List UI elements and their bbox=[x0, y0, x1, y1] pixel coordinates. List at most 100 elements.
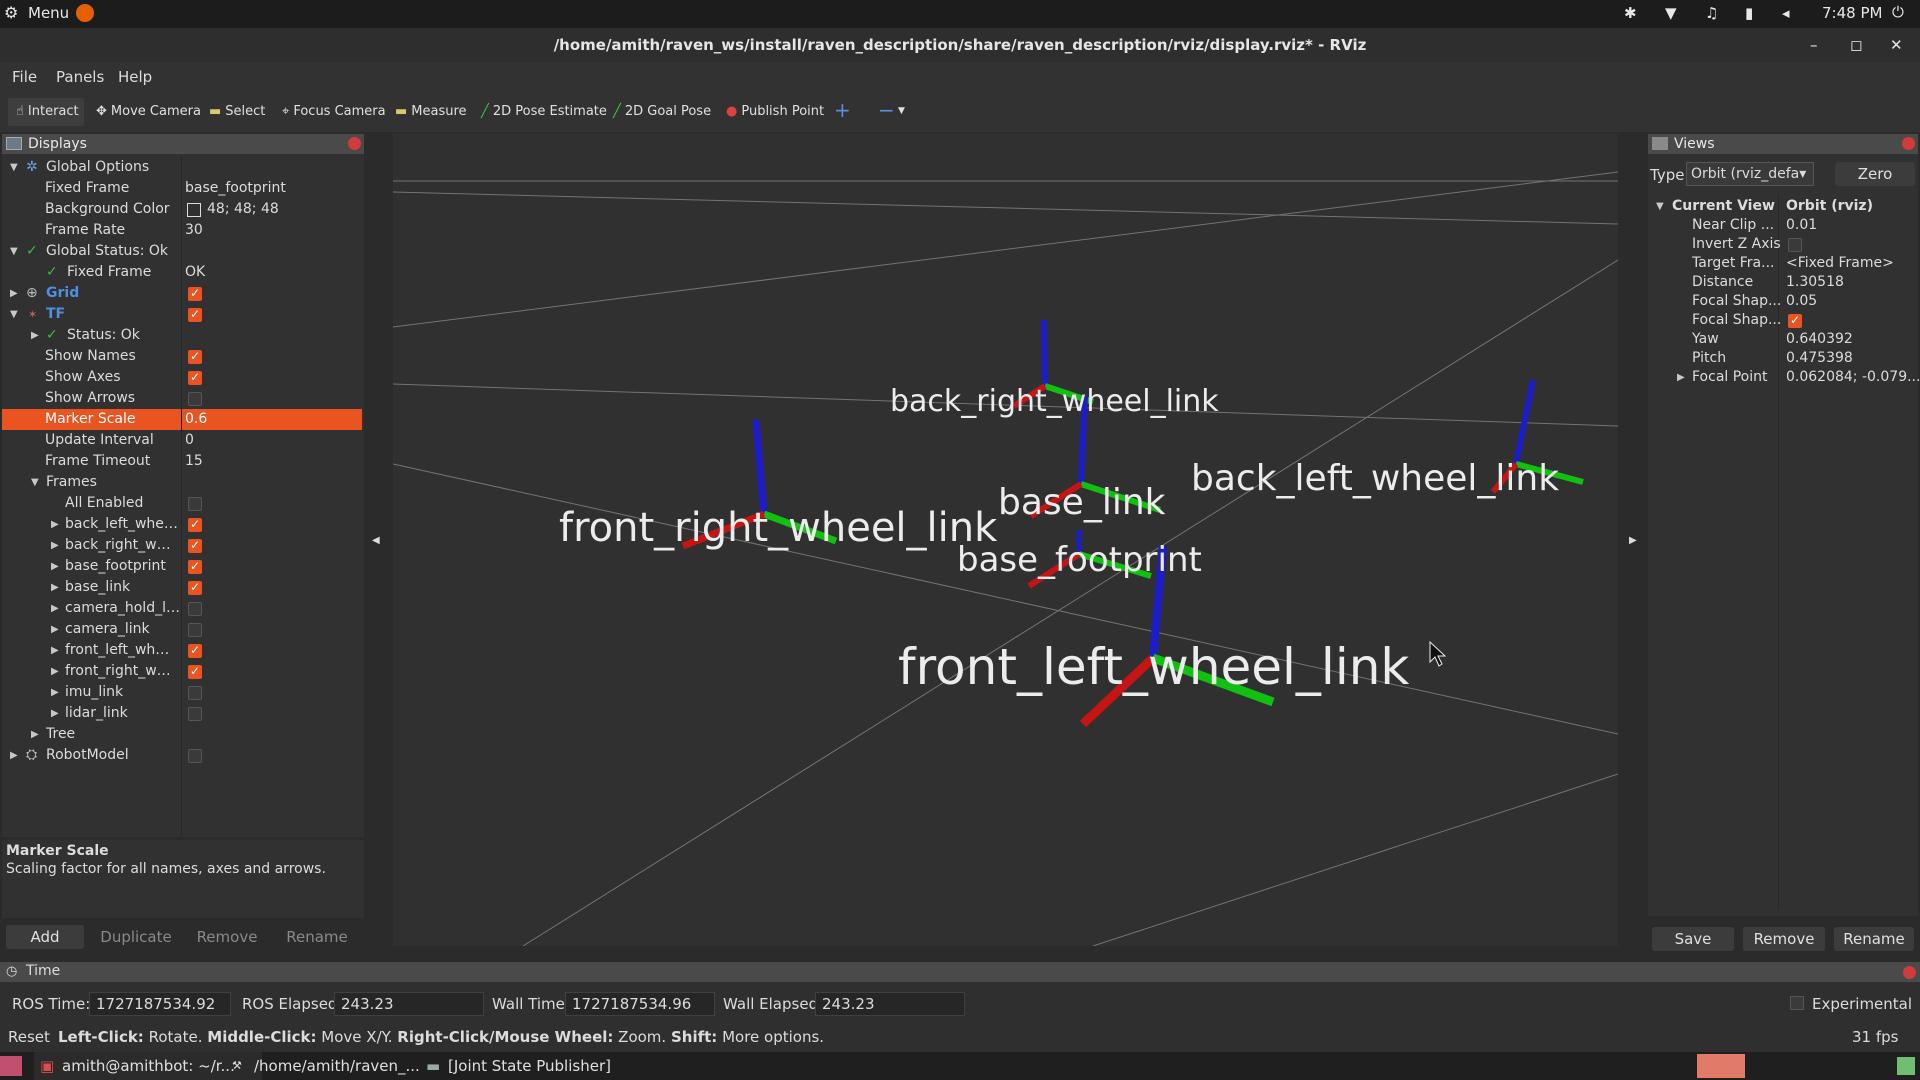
menu-help[interactable]: Help bbox=[118, 68, 152, 86]
menu-file[interactable]: File bbox=[12, 68, 37, 86]
expand-right-icon[interactable]: ▶ bbox=[31, 724, 39, 745]
tf-checkbox[interactable] bbox=[188, 304, 202, 325]
expand-right-icon[interactable]: ▶ bbox=[31, 325, 39, 346]
tray-icon[interactable] bbox=[1897, 1057, 1915, 1075]
expand-right-icon[interactable]: ▶ bbox=[51, 514, 59, 535]
clock[interactable]: 7:48 PM bbox=[1822, 4, 1882, 22]
firefox-icon[interactable] bbox=[76, 4, 94, 22]
color-swatch[interactable] bbox=[187, 203, 201, 217]
frame-item-row[interactable]: ▶ front_right_w… bbox=[2, 661, 362, 682]
close-panel-icon[interactable] bbox=[1903, 966, 1916, 979]
ros-time-field[interactable]: 1727187534.92 bbox=[89, 992, 231, 1016]
expand-down-icon[interactable]: ▼ bbox=[10, 241, 18, 262]
robot-model-checkbox[interactable] bbox=[188, 749, 202, 763]
expand-right-icon[interactable]: ▶ bbox=[1677, 367, 1685, 388]
all-enabled-checkbox[interactable] bbox=[188, 497, 202, 511]
frame-item-row[interactable]: ▶ camera_hold_l… bbox=[2, 598, 362, 619]
frame-item-row[interactable]: ▶ imu_link bbox=[2, 682, 362, 703]
pitch-value[interactable]: 0.475398 bbox=[1786, 348, 1853, 369]
frame-item-row[interactable]: ▶ base_footprint bbox=[2, 556, 362, 577]
menu-icon[interactable]: ⚙ bbox=[4, 3, 18, 22]
duplicate-display-button[interactable]: Duplicate bbox=[94, 925, 178, 949]
focal-shape-fixed-checkbox[interactable] bbox=[1788, 310, 1802, 331]
status-fixed-frame-row[interactable]: ✓ Fixed Frame OK bbox=[2, 262, 362, 283]
frame-timeout-row[interactable]: Frame Timeout 15 bbox=[2, 451, 362, 472]
taskbar-item-joint-state-publisher[interactable]: ▬ [Joint State Publisher] bbox=[420, 1052, 620, 1080]
marker-scale-value[interactable]: 0.6 bbox=[185, 409, 207, 430]
expand-down-icon[interactable]: ▼ bbox=[10, 157, 18, 178]
frame-item-checkbox[interactable] bbox=[188, 686, 202, 700]
show-axes-checkbox[interactable] bbox=[188, 367, 202, 388]
taskbar-item-rviz[interactable]: ⚒ /home/amith/raven_... bbox=[226, 1052, 420, 1080]
workspace-indicator[interactable] bbox=[1697, 1054, 1745, 1078]
update-interval-row[interactable]: Update Interval 0 bbox=[2, 430, 362, 451]
chevron-down-icon[interactable]: ▼ bbox=[898, 106, 905, 116]
tf-status-row[interactable]: ▶ ✓ Status: Ok bbox=[2, 325, 362, 346]
grid-display-row[interactable]: ▶ ⊕ Grid bbox=[2, 283, 362, 304]
grid-checkbox[interactable] bbox=[188, 283, 202, 304]
save-view-button[interactable]: Save bbox=[1652, 927, 1734, 951]
frame-timeout-value[interactable]: 15 bbox=[185, 451, 203, 472]
yaw-row[interactable]: Yaw 0.640392 bbox=[1648, 329, 1918, 350]
show-names-checkbox[interactable] bbox=[188, 346, 202, 367]
remove-view-button[interactable]: Remove bbox=[1743, 927, 1825, 951]
frame-item-checkbox[interactable] bbox=[188, 602, 202, 616]
remove-tool-button[interactable]: − bbox=[878, 98, 895, 122]
ros-elapsed-field[interactable]: 243.23 bbox=[334, 992, 484, 1016]
expand-down-icon[interactable]: ▼ bbox=[31, 472, 39, 493]
system-menu-label[interactable]: Menu bbox=[28, 4, 69, 22]
focal-point-row[interactable]: ▶ Focal Point 0.062084; -0.079... bbox=[1648, 367, 1920, 388]
view-type-select[interactable]: Orbit (rviz_defa▾ bbox=[1686, 162, 1814, 186]
fixed-frame-row[interactable]: Fixed Frame base_footprint bbox=[2, 178, 362, 199]
frame-item-checkbox[interactable] bbox=[188, 661, 202, 682]
expand-right-icon[interactable]: ▶ bbox=[51, 577, 59, 598]
close-panel-icon[interactable] bbox=[1902, 137, 1915, 150]
collapse-left-icon[interactable]: ◀ bbox=[372, 535, 380, 546]
background-color-value[interactable]: 48; 48; 48 bbox=[207, 199, 279, 220]
frame-item-row[interactable]: ▶ back_right_w… bbox=[2, 535, 362, 556]
expand-right-icon[interactable]: ▶ bbox=[51, 682, 59, 703]
show-axes-row[interactable]: Show Axes bbox=[2, 367, 362, 388]
all-enabled-row[interactable]: All Enabled bbox=[2, 493, 362, 514]
invert-z-checkbox[interactable] bbox=[1788, 238, 1802, 252]
distance-row[interactable]: Distance 1.30518 bbox=[1648, 272, 1918, 293]
expand-down-icon[interactable]: ▼ bbox=[10, 304, 18, 325]
update-interval-value[interactable]: 0 bbox=[185, 430, 194, 451]
select-button[interactable]: ▬ Select bbox=[209, 104, 265, 119]
focal-shape-size-row[interactable]: Focal Shap... 0.05 bbox=[1648, 291, 1918, 312]
expand-right-icon[interactable]: ▶ bbox=[10, 745, 18, 766]
notification-icon[interactable]: ♫ bbox=[1705, 4, 1718, 22]
frames-row[interactable]: ▼ Frames bbox=[2, 472, 362, 493]
frame-item-checkbox[interactable] bbox=[188, 514, 202, 535]
distance-value[interactable]: 1.30518 bbox=[1786, 272, 1844, 293]
tree-row[interactable]: ▶ Tree bbox=[2, 724, 362, 745]
background-color-row[interactable]: Background Color 48; 48; 48 bbox=[2, 199, 362, 220]
reset-button[interactable]: Reset bbox=[8, 1022, 50, 1052]
expand-right-icon[interactable]: ▶ bbox=[51, 661, 59, 682]
measure-button[interactable]: ▬ Measure bbox=[395, 104, 467, 119]
publish-point-button[interactable]: ● Publish Point bbox=[726, 104, 824, 119]
frame-item-checkbox[interactable] bbox=[188, 556, 202, 577]
focal-point-value[interactable]: 0.062084; -0.079... bbox=[1786, 367, 1920, 388]
zero-button[interactable]: Zero bbox=[1835, 162, 1915, 186]
frame-item-checkbox[interactable] bbox=[188, 535, 202, 556]
frame-item-checkbox[interactable] bbox=[188, 640, 202, 661]
frame-rate-row[interactable]: Frame Rate 30 bbox=[2, 220, 362, 241]
start-icon[interactable] bbox=[0, 1056, 22, 1076]
maximize-icon[interactable]: ◻ bbox=[1850, 28, 1862, 62]
expand-right-icon[interactable]: ▶ bbox=[51, 703, 59, 724]
global-status-row[interactable]: ▼ ✓ Global Status: Ok bbox=[2, 241, 362, 262]
yaw-value[interactable]: 0.640392 bbox=[1786, 329, 1853, 350]
expand-right-icon[interactable]: ▶ bbox=[10, 283, 18, 304]
tf-display-row[interactable]: ▼ ✶ TF bbox=[2, 304, 362, 325]
frame-item-row[interactable]: ▶ base_link bbox=[2, 577, 362, 598]
global-options-row[interactable]: ▼ ✲ Global Options bbox=[2, 157, 362, 178]
current-view-row[interactable]: ▼ Current View Orbit (rviz) bbox=[1648, 196, 1918, 217]
expand-down-icon[interactable]: ▼ bbox=[1656, 196, 1664, 217]
frame-item-checkbox[interactable] bbox=[188, 707, 202, 721]
rename-display-button[interactable]: Rename bbox=[276, 925, 358, 949]
pitch-row[interactable]: Pitch 0.475398 bbox=[1648, 348, 1918, 369]
frame-item-row[interactable]: ▶ front_left_wh… bbox=[2, 640, 362, 661]
target-frame-value[interactable]: <Fixed Frame> bbox=[1786, 253, 1894, 274]
add-tool-button[interactable]: + bbox=[834, 98, 851, 122]
